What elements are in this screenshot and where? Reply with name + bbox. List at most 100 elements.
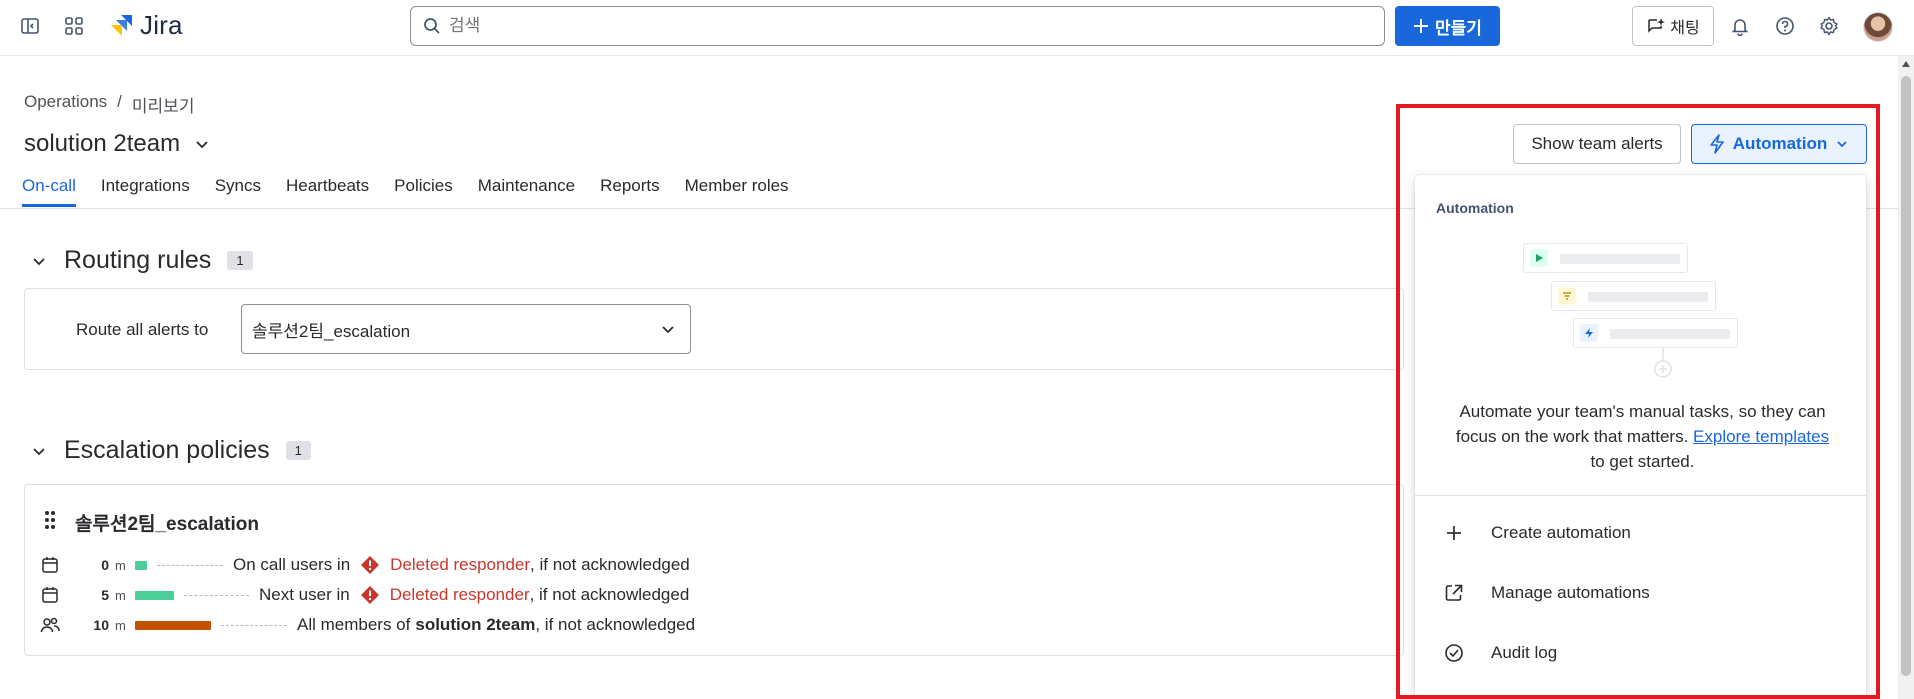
filter-icon <box>1558 287 1576 305</box>
illustration-placeholder-bar <box>1610 329 1730 339</box>
rule-delay-unit: m <box>115 617 126 633</box>
dropdown-divider <box>1415 495 1866 496</box>
external-link-icon <box>1443 582 1465 604</box>
search-icon <box>424 18 440 34</box>
rule-delay-unit: m <box>115 557 126 573</box>
jira-logo-icon <box>111 14 132 36</box>
manage-automations-label: Manage automations <box>1491 583 1650 602</box>
breadcrumb-current-link[interactable]: 미리보기 <box>132 92 195 117</box>
user-avatar[interactable] <box>1863 12 1893 42</box>
rule-description: Next user in Deleted responder , if not … <box>259 585 689 605</box>
chat-sparkle-icon <box>1648 18 1666 33</box>
rule-suffix: , if not acknowledged <box>530 555 690 574</box>
automation-button[interactable]: Automation <box>1691 124 1867 164</box>
rule-delay-bar <box>135 620 211 630</box>
illustration-action-step <box>1573 318 1738 348</box>
rule-prefix: On call users in <box>233 555 351 574</box>
deleted-responder-link[interactable]: Deleted responder <box>390 555 530 575</box>
breadcrumb: Operations / 미리보기 <box>24 92 194 117</box>
rule-dotted-connector <box>184 594 249 596</box>
notifications-bell-icon[interactable] <box>1724 10 1756 42</box>
tab-on-call[interactable]: On-call <box>22 176 76 207</box>
calendar-icon <box>39 554 61 576</box>
rule-delay-minutes: 5 <box>101 587 109 603</box>
escalation-policies-header[interactable]: Escalation policies 1 <box>30 436 311 465</box>
warning-icon <box>361 556 380 574</box>
tab-maintenance[interactable]: Maintenance <box>478 176 575 207</box>
rule-description: On call users in Deleted responder , if … <box>233 555 690 575</box>
create-automation-item[interactable]: Create automation <box>1415 505 1866 561</box>
plus-icon <box>1414 19 1429 33</box>
rule-delay-bar <box>135 590 174 600</box>
explore-templates-link[interactable]: Explore templates <box>1693 427 1829 446</box>
people-icon <box>39 614 61 636</box>
settings-gear-icon[interactable] <box>1813 10 1845 42</box>
rule-delay-unit: m <box>115 587 126 603</box>
collapse-chevron-icon[interactable] <box>30 442 48 460</box>
route-all-alerts-label: Route all alerts to <box>76 320 209 339</box>
help-icon[interactable] <box>1769 10 1801 42</box>
automation-dropdown-menu: Automation Automate your team's manual t… <box>1415 175 1866 699</box>
chevron-down-icon <box>662 326 674 334</box>
create-button[interactable]: 만들기 <box>1395 6 1500 46</box>
warning-icon <box>360 586 379 604</box>
automation-button-label: Automation <box>1732 134 1828 153</box>
team-name-link[interactable]: solution 2team <box>415 615 535 635</box>
tab-integrations[interactable]: Integrations <box>101 176 190 207</box>
escalation-policy-name[interactable]: 솔루션2팀_escalation <box>75 509 259 536</box>
escalation-count-badge: 1 <box>285 441 311 460</box>
page-scrollbar[interactable] <box>1898 56 1914 699</box>
escalation-policies-title: Escalation policies <box>64 436 270 464</box>
tab-reports[interactable]: Reports <box>600 176 660 207</box>
breadcrumb-operations-link[interactable]: Operations <box>24 92 107 117</box>
rule-prefix: Next user in <box>259 585 350 604</box>
escalation-rule-row: 0 m On call users in Deleted responder ,… <box>39 553 690 577</box>
sidebar-toggle-icon[interactable] <box>14 10 46 42</box>
play-icon <box>1530 249 1548 267</box>
illustration-trigger-step <box>1523 243 1688 273</box>
rule-dotted-connector <box>221 624 287 626</box>
chevron-down-icon[interactable] <box>194 136 210 152</box>
rule-suffix: , if not acknowledged <box>529 585 690 604</box>
search-input[interactable] <box>449 16 1349 36</box>
escalation-rule-row: 10 m All members of solution 2team , if … <box>39 613 695 637</box>
create-button-label: 만들기 <box>1435 18 1482 38</box>
rule-dotted-connector <box>157 564 223 566</box>
team-title-selector[interactable]: solution 2team <box>24 130 210 158</box>
scroll-up-arrow-icon[interactable] <box>1902 61 1910 67</box>
app-switcher-icon[interactable] <box>58 10 90 42</box>
routing-rules-header[interactable]: Routing rules 1 <box>30 246 253 275</box>
lightning-icon <box>1709 134 1724 154</box>
route-target-select[interactable]: 솔루션2팀_escalation <box>241 304 691 354</box>
drag-handle-icon[interactable] <box>45 511 55 529</box>
tab-bar: On-call Integrations Syncs Heartbeats Po… <box>22 176 789 207</box>
lightning-icon <box>1580 324 1598 342</box>
tab-syncs[interactable]: Syncs <box>215 176 261 207</box>
jira-logo[interactable]: Jira <box>108 10 183 41</box>
rule-prefix: All members of <box>297 615 411 634</box>
automation-description: Automate your team's manual tasks, so th… <box>1455 399 1830 474</box>
manage-automations-item[interactable]: Manage automations <box>1415 565 1866 621</box>
chat-button[interactable]: 채팅 <box>1632 6 1714 46</box>
scrollbar-thumb[interactable] <box>1901 76 1911 676</box>
rule-suffix: , if not acknowledged <box>535 615 696 634</box>
tab-heartbeats[interactable]: Heartbeats <box>286 176 369 207</box>
escalation-rule-row: 5 m Next user in Deleted responder , if … <box>39 583 689 607</box>
top-navigation: Jira 만들기 채팅 <box>0 0 1914 56</box>
collapse-chevron-icon[interactable] <box>30 252 48 270</box>
tab-policies[interactable]: Policies <box>394 176 453 207</box>
illustration-placeholder-bar <box>1588 292 1708 302</box>
audit-log-item[interactable]: Audit log <box>1415 625 1866 681</box>
deleted-responder-link[interactable]: Deleted responder <box>390 585 530 605</box>
route-target-value: 솔루션2팀_escalation <box>252 321 411 341</box>
tab-member-roles[interactable]: Member roles <box>685 176 789 207</box>
plus-icon <box>1443 522 1465 544</box>
show-team-alerts-label: Show team alerts <box>1531 134 1663 153</box>
chat-button-label: 채팅 <box>1670 20 1700 37</box>
search-bar[interactable] <box>410 6 1385 46</box>
calendar-icon <box>39 584 61 606</box>
routing-rules-title: Routing rules <box>64 246 212 274</box>
check-circle-icon <box>1443 642 1465 664</box>
show-team-alerts-button[interactable]: Show team alerts <box>1513 124 1681 164</box>
jira-logo-text: Jira <box>140 10 183 40</box>
